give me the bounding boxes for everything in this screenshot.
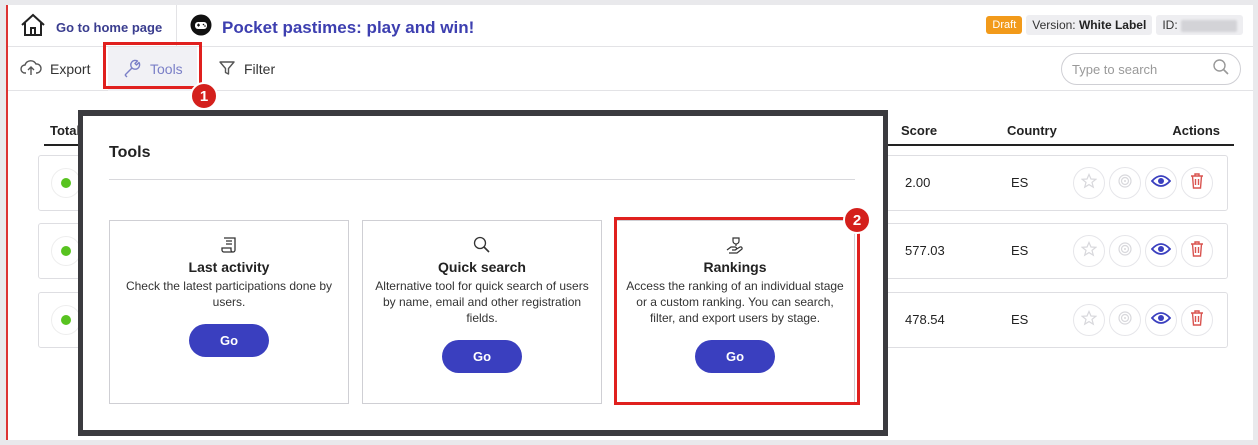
trash-icon <box>1189 240 1205 263</box>
last-activity-card: Last activity Check the latest participa… <box>109 220 349 404</box>
col-total: Total <box>50 123 81 138</box>
filter-button[interactable]: Filter <box>218 47 275 91</box>
card-title: Last activity <box>188 259 270 275</box>
row-country: ES <box>1011 175 1029 190</box>
version-info: Version: White Label <box>1026 15 1153 35</box>
star-icon <box>1080 309 1098 331</box>
id-info: ID: <box>1156 15 1243 35</box>
home-link[interactable]: Go to home page <box>20 13 162 42</box>
row-country: ES <box>1011 243 1029 258</box>
search-icon <box>1212 58 1230 81</box>
funnel-icon <box>218 59 236 80</box>
search-input[interactable] <box>1072 61 1202 77</box>
card-title: Quick search <box>438 259 526 275</box>
search-box[interactable] <box>1061 53 1241 85</box>
view-button[interactable] <box>1145 235 1177 267</box>
fingerprint-icon <box>1117 241 1133 262</box>
version-value: White Label <box>1078 18 1147 32</box>
col-score: Score <box>901 123 938 138</box>
step-marker-2: 2 <box>843 206 871 234</box>
id-value-redacted <box>1181 19 1237 32</box>
filter-label: Filter <box>244 61 276 77</box>
export-button[interactable]: Export <box>20 47 90 91</box>
row-country: ES <box>1011 312 1029 327</box>
star-button[interactable] <box>1073 304 1105 336</box>
home-label: Go to home page <box>56 20 163 35</box>
fingerprint-button[interactable] <box>1109 167 1141 199</box>
star-icon <box>1080 240 1098 262</box>
quick-search-card: Quick search Alternative tool for quick … <box>362 220 602 404</box>
fingerprint-icon <box>1117 173 1133 194</box>
eye-icon <box>1150 174 1172 193</box>
page-title: Pocket pastimes: play and win! <box>222 17 475 37</box>
fingerprint-icon <box>1117 310 1133 331</box>
delete-button[interactable] <box>1181 304 1213 336</box>
gamepad-icon <box>190 14 212 41</box>
id-label: ID: <box>1162 18 1178 32</box>
status-indicator <box>51 168 81 198</box>
row-score: 577.03 <box>905 243 945 258</box>
game-title-area: Pocket pastimes: play and win! <box>190 14 474 41</box>
star-button[interactable] <box>1073 235 1105 267</box>
row-score: 2.00 <box>905 175 931 190</box>
modal-divider <box>109 179 855 180</box>
top-bar: Go to home page Pocket pastimes: play an… <box>8 5 1253 47</box>
star-button[interactable] <box>1073 167 1105 199</box>
card-description: Alternative tool for quick search of use… <box>375 279 589 325</box>
trash-icon <box>1189 309 1205 332</box>
row-score: 478.54 <box>905 312 945 327</box>
fingerprint-button[interactable] <box>1109 304 1141 336</box>
card-description: Check the latest participations done by … <box>125 279 333 309</box>
header-divider <box>176 5 177 47</box>
col-actions: Actions <box>1172 123 1220 138</box>
eye-icon <box>1150 311 1172 330</box>
magnifier-icon <box>472 235 492 255</box>
active-dot <box>61 246 71 256</box>
version-label: Version: <box>1032 18 1076 32</box>
draft-badge: Draft <box>986 16 1023 34</box>
view-button[interactable] <box>1145 167 1177 199</box>
game-meta: Draft Version: White Label ID: <box>986 15 1243 35</box>
status-indicator <box>51 236 81 266</box>
delete-button[interactable] <box>1181 167 1213 199</box>
col-country: Country <box>1007 123 1057 138</box>
rankings-highlight <box>614 217 860 405</box>
eye-icon <box>1150 242 1172 261</box>
tools-highlight <box>103 42 202 89</box>
modal-title: Tools <box>109 144 151 161</box>
scroll-icon <box>219 235 239 255</box>
delete-button[interactable] <box>1181 235 1213 267</box>
status-indicator <box>51 305 81 335</box>
fingerprint-button[interactable] <box>1109 235 1141 267</box>
home-icon <box>20 13 46 42</box>
last-activity-go-button[interactable]: Go <box>189 324 269 357</box>
star-icon <box>1080 172 1098 194</box>
cloud-upload-icon <box>20 59 42 80</box>
active-dot <box>61 315 71 325</box>
view-button[interactable] <box>1145 304 1177 336</box>
quick-search-go-button[interactable]: Go <box>442 340 522 373</box>
active-dot <box>61 178 71 188</box>
step-marker-1: 1 <box>190 82 218 110</box>
export-label: Export <box>50 61 91 77</box>
trash-icon <box>1189 172 1205 195</box>
